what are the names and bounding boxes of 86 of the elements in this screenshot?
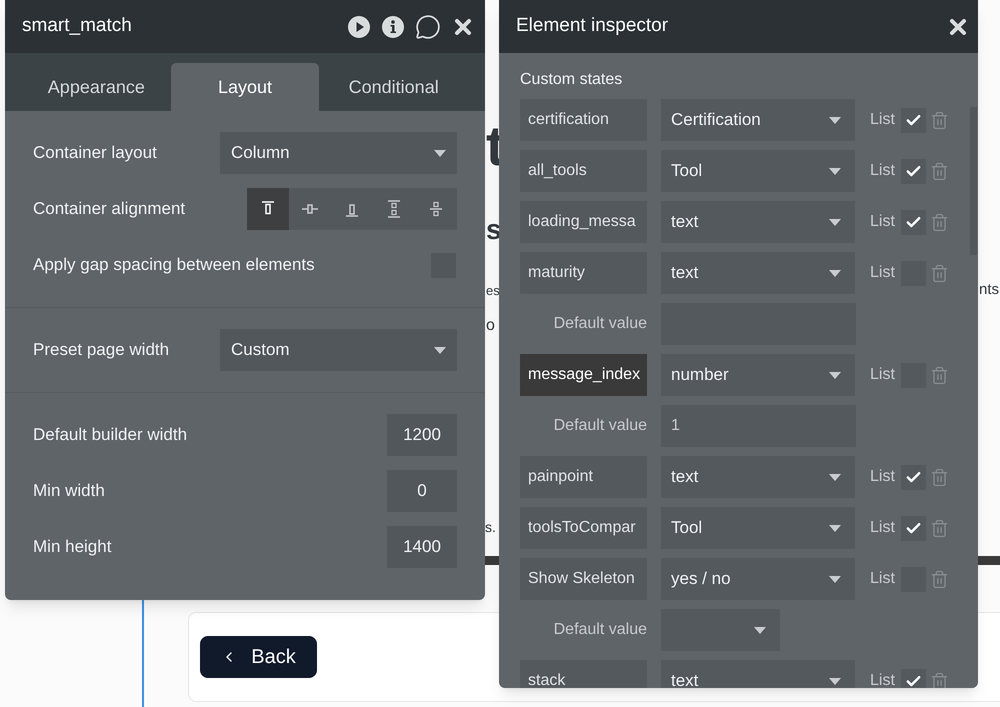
section-label: Custom states (520, 70, 624, 90)
trash-icon[interactable] (930, 264, 949, 282)
caret-icon (829, 168, 841, 174)
tab[interactable]: Layout (170, 63, 320, 111)
type-dropdown[interactable]: yes / no (661, 558, 855, 600)
caret-icon (829, 576, 841, 582)
type-dropdown[interactable]: text (661, 252, 855, 294)
caret-icon (434, 150, 446, 156)
caret-icon (829, 678, 841, 684)
page-text: es (486, 284, 500, 297)
alignment-icon (427, 200, 445, 218)
list-label: List (870, 365, 895, 385)
list-checkbox[interactable] (900, 210, 926, 234)
type-dropdown[interactable]: text (661, 456, 855, 498)
caret-icon (829, 474, 841, 480)
field-label: Default builder width (33, 424, 188, 446)
field-label: Min width (33, 480, 105, 502)
play-icon[interactable] (347, 14, 371, 38)
trash-icon[interactable] (930, 672, 949, 688)
field-label: Container alignment (33, 198, 186, 220)
list-label: List (870, 263, 895, 283)
type-dropdown[interactable]: Certification (661, 99, 855, 141)
dropdown[interactable]: Column (220, 132, 457, 174)
field-label: Min height (33, 536, 112, 558)
trash-icon[interactable] (930, 570, 949, 588)
trash-icon[interactable] (930, 162, 949, 180)
default-value-label: Default value (552, 416, 647, 436)
state-name-field[interactable]: loading_messa (520, 201, 647, 243)
list-label: List (870, 212, 895, 232)
number-field[interactable]: 1200 (387, 414, 457, 456)
list-checkbox[interactable] (900, 108, 926, 132)
state-name-field[interactable]: painpoint (520, 456, 647, 498)
list-checkbox[interactable] (900, 668, 926, 688)
panel-title: smart_match (22, 14, 132, 38)
field-label: Container layout (33, 142, 157, 164)
panel-title: Element inspector (516, 14, 668, 38)
field-label: Apply gap spacing between elements (33, 254, 315, 276)
list-label: List (870, 569, 895, 589)
caret-icon (829, 116, 841, 124)
caret-icon (754, 626, 766, 634)
state-name-field[interactable]: all_tools (520, 150, 647, 192)
list-label: List (870, 467, 895, 487)
trash-icon[interactable] (930, 212, 949, 232)
alignment-button[interactable] (247, 188, 289, 230)
list-checkbox[interactable] (900, 464, 926, 490)
default-value-label: Default value (552, 314, 647, 334)
back-button[interactable]: Back (200, 636, 317, 678)
field-label: Preset page width (33, 339, 170, 362)
list-checkbox[interactable] (900, 158, 926, 184)
state-name-field[interactable]: certification (520, 99, 647, 141)
caret-icon (829, 218, 841, 226)
state-name-field[interactable]: toolsToCompar (520, 507, 647, 549)
trash-icon[interactable] (930, 468, 949, 486)
caret-icon (829, 270, 841, 276)
page-text: o (486, 318, 495, 334)
state-name-field[interactable]: stack (520, 660, 647, 688)
scrollbar[interactable] (970, 107, 977, 255)
info-icon[interactable] (381, 14, 405, 38)
alignment-icon (385, 200, 403, 218)
trash-icon[interactable] (930, 366, 949, 384)
type-dropdown[interactable]: text (661, 201, 855, 243)
state-name-field[interactable]: Show Skeleton (520, 558, 647, 600)
trash-icon[interactable] (930, 518, 949, 538)
type-dropdown[interactable]: text (661, 660, 855, 688)
state-name-field[interactable]: message_index (520, 354, 647, 396)
dropdown[interactable]: Custom (220, 329, 457, 371)
caret-icon (829, 372, 841, 378)
list-label: List (870, 518, 895, 538)
caret-icon (829, 524, 841, 532)
page-text: s. (485, 520, 496, 534)
default-value-field[interactable]: 1 (661, 405, 856, 447)
list-label: List (870, 110, 895, 130)
comment-icon[interactable] (415, 14, 441, 40)
number-field[interactable]: 0 (387, 470, 457, 512)
type-dropdown[interactable]: number (661, 354, 855, 396)
state-name-field[interactable]: maturity (520, 252, 647, 294)
trash-icon[interactable] (930, 110, 949, 130)
list-label: List (870, 161, 895, 181)
page-text: nts (979, 282, 1000, 297)
type-dropdown[interactable]: Tool (661, 150, 855, 192)
caret-icon (434, 346, 446, 354)
list-label: List (870, 671, 895, 688)
type-dropdown[interactable]: Tool (661, 507, 855, 549)
default-value-label: Default value (552, 620, 647, 640)
list-checkbox[interactable] (900, 516, 926, 540)
number-field[interactable]: 1400 (387, 526, 457, 568)
